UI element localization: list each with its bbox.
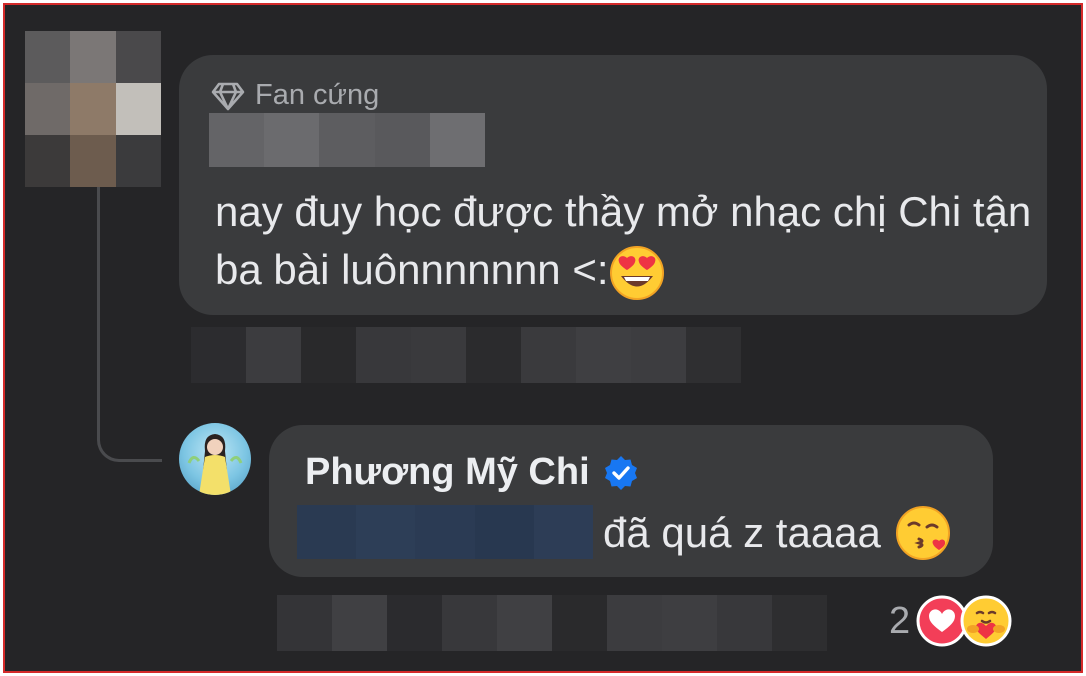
fan-badge-label: Fan cứng — [255, 79, 380, 111]
reply-author-avatar[interactable] — [179, 423, 251, 495]
reaction-count[interactable]: 2 — [889, 600, 910, 643]
kissing-face-emoji-icon — [895, 506, 950, 560]
commenter-avatar-blurred[interactable] — [25, 31, 161, 187]
fan-badge: Fan cứng — [211, 79, 379, 112]
heart-eyes-emoji-icon — [609, 245, 664, 300]
reply-reactions[interactable]: 2 — [889, 595, 1012, 647]
reply-author[interactable]: Phương Mỹ Chi — [305, 451, 640, 494]
person-photo-icon — [187, 434, 243, 495]
reply-body: đã quá z taaaa — [603, 509, 881, 556]
comment-text: nay đuy học được thầy mở nhạc chị Chi tậ… — [215, 183, 1035, 301]
care-reaction-icon — [960, 595, 1012, 647]
verified-badge-icon — [604, 455, 637, 490]
mentioned-user-blurred[interactable] — [297, 505, 593, 559]
comment-actions-blurred[interactable] — [191, 327, 741, 383]
screenshot-frame: Fan cứng nay đuy học được thầy mở nhạc c… — [3, 3, 1083, 673]
reply-author-name[interactable]: Phương Mỹ Chi — [305, 451, 590, 494]
reply-thread-line — [97, 187, 162, 462]
commenter-name-blurred[interactable] — [209, 113, 485, 167]
reply-text: đã quá z taaaa — [603, 505, 951, 561]
diamond-icon — [211, 82, 245, 110]
reply-actions-blurred[interactable] — [277, 595, 827, 651]
